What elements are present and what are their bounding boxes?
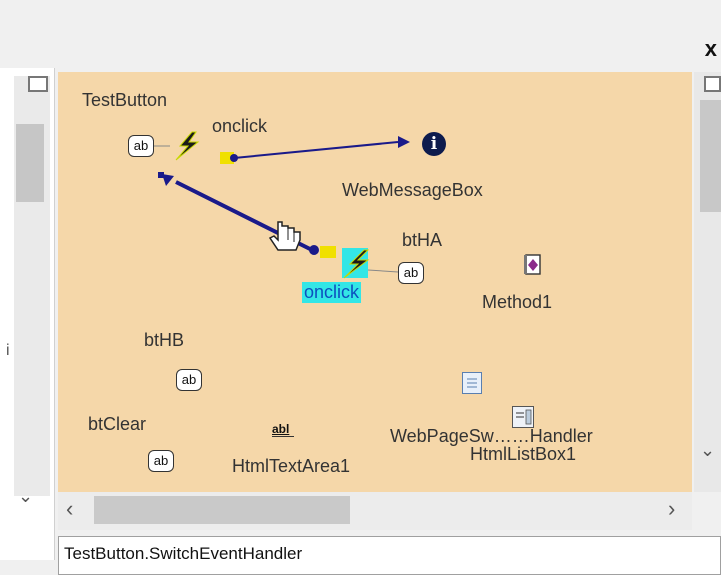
btha-event-handle: [320, 246, 336, 258]
scroll-left-icon[interactable]: ‹: [66, 496, 73, 522]
right-scroll-down-icon[interactable]: ⌄: [700, 440, 715, 461]
horizontal-scrollbar-thumb[interactable]: [94, 496, 350, 524]
connector-arrow-head: [398, 136, 410, 148]
close-icon[interactable]: x: [705, 36, 717, 62]
testbutton-connect-point: [158, 172, 164, 178]
right-scrollbar-thumb[interactable]: [700, 100, 721, 212]
connector-layer: [154, 131, 410, 279]
left-maximize-icon[interactable]: [28, 76, 48, 92]
onclick-to-messagebox-connector: [233, 141, 399, 159]
scroll-right-icon[interactable]: ›: [668, 496, 675, 522]
connector-end-dot: [309, 245, 319, 255]
left-scrollbar-thumb[interactable]: [16, 124, 44, 202]
testbutton-event-lightning-icon: [154, 131, 200, 161]
right-maximize-icon[interactable]: [704, 76, 721, 92]
top-toolbar-area: [0, 0, 721, 68]
connector-start-dot: [230, 154, 238, 162]
hand-cursor-icon: [268, 221, 301, 251]
left-scroll-down-icon[interactable]: ⌄: [18, 486, 33, 507]
designer-canvas[interactable]: TestButton ab onclick i WebMessageBox bt…: [58, 72, 692, 492]
status-text: TestButton.SwitchEventHandler: [64, 544, 303, 563]
left-panel-marker: i: [6, 342, 10, 359]
